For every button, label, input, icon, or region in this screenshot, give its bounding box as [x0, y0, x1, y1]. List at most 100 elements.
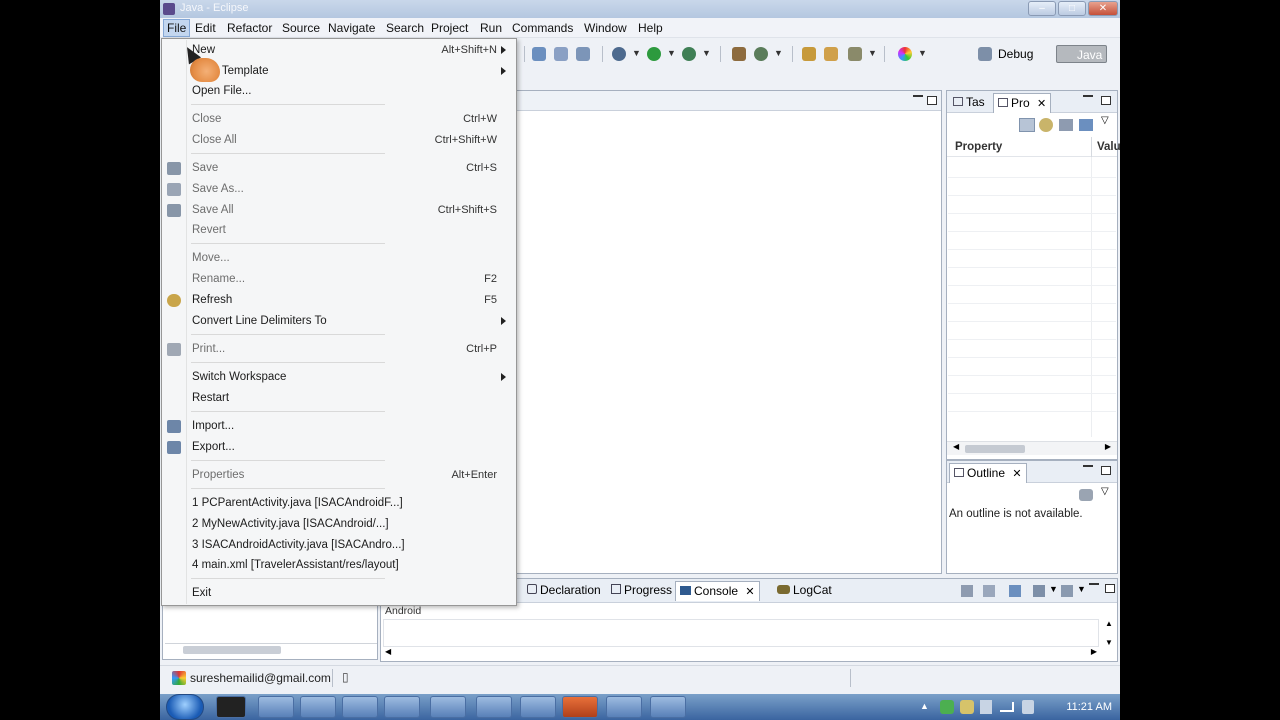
console-minimize-icon[interactable] [1089, 583, 1099, 586]
filter-icon[interactable] [1059, 119, 1073, 131]
network-icon[interactable] [1000, 702, 1014, 712]
console-maximize-icon[interactable] [1105, 584, 1115, 593]
open-perspective-icon[interactable] [978, 47, 992, 61]
debug-icon[interactable] [612, 47, 626, 61]
tab-progress[interactable]: Progress [607, 581, 676, 601]
new-android-project-icon[interactable] [532, 47, 546, 61]
firefox-taskbar-icon[interactable] [258, 696, 294, 718]
tab-properties[interactable]: Pro ✕ [993, 93, 1052, 113]
column-property[interactable]: Property [955, 141, 1002, 153]
scroll-lock-icon[interactable] [983, 585, 995, 597]
menu-item-revert[interactable]: Revert [163, 221, 515, 241]
account-email[interactable]: sureshemailid@gmail.com [190, 671, 331, 685]
app-taskbar-icon-4[interactable] [476, 696, 512, 718]
menu-item-close[interactable]: Close Ctrl+W [163, 110, 515, 130]
minimize-button[interactable]: – [1028, 1, 1056, 16]
taskbar-clock[interactable]: 11:21 AM [1066, 701, 1112, 713]
editor-maximize-icon[interactable] [927, 96, 937, 105]
menu-item-save-as[interactable]: Save As... [163, 180, 515, 200]
tray-expand-icon[interactable]: ▲ [920, 701, 929, 711]
menu-item-import[interactable]: Import... [163, 417, 515, 437]
column-value[interactable]: Valu [1097, 141, 1120, 153]
tray-icon-3[interactable] [980, 700, 992, 714]
show-categories-icon[interactable] [1019, 118, 1035, 132]
close-outline-icon[interactable]: ✕ [1012, 468, 1021, 480]
tray-icon-2[interactable] [960, 700, 974, 714]
menu-item-properties[interactable]: Properties Alt+Enter [163, 466, 515, 486]
menu-refactor[interactable]: Refactor [227, 21, 272, 35]
scrollbar-thumb[interactable] [183, 646, 281, 654]
status-indicator-icon[interactable]: ▯ [342, 670, 349, 684]
menu-item-open-file[interactable]: Open File... [163, 82, 515, 102]
console-vscrollbar[interactable]: ▲ ▼ [1103, 619, 1115, 647]
new-xml-file-icon[interactable] [576, 47, 590, 61]
close-console-icon[interactable]: ✕ [745, 586, 754, 598]
menu-edit[interactable]: Edit [195, 21, 216, 35]
menu-source[interactable]: Source [282, 21, 320, 35]
maximize-button[interactable]: □ [1058, 1, 1086, 16]
app-taskbar-icon-1[interactable] [342, 696, 378, 718]
search-icon[interactable] [848, 47, 862, 61]
properties-maximize-icon[interactable] [1101, 96, 1111, 105]
volume-icon[interactable] [1022, 700, 1034, 714]
app-taskbar-icon-3[interactable] [430, 696, 466, 718]
menu-item-restart[interactable]: Restart [163, 389, 515, 409]
console-output[interactable] [383, 619, 1099, 647]
package-explorer-scrollbar[interactable] [165, 643, 377, 655]
view-menu-icon[interactable]: ▽ [1101, 115, 1109, 126]
menu-commands[interactable]: Commands [512, 21, 573, 35]
new-class-icon[interactable] [754, 47, 768, 61]
outline-maximize-icon[interactable] [1101, 466, 1111, 475]
color-palette-icon[interactable] [898, 47, 912, 61]
outline-minimize-icon[interactable] [1083, 465, 1093, 468]
open-console-icon[interactable] [1061, 585, 1073, 597]
debug-perspective-button[interactable]: Debug [998, 45, 1033, 63]
close-window-button[interactable]: ✕ [1088, 1, 1118, 16]
menu-item-move[interactable]: Move... [163, 249, 515, 269]
editor-minimize-icon[interactable] [913, 95, 923, 98]
tab-logcat[interactable]: LogCat [773, 581, 836, 601]
external-tools-icon[interactable] [682, 47, 696, 61]
menu-item-switch-workspace[interactable]: Switch Workspace [163, 368, 515, 388]
properties-minimize-icon[interactable] [1083, 95, 1093, 98]
menu-window[interactable]: Window [584, 21, 627, 35]
menu-item-export[interactable]: Export... [163, 438, 515, 458]
console-hscrollbar[interactable]: ◀ ▶ [383, 647, 1099, 659]
eclipse-taskbar-icon[interactable] [606, 696, 642, 718]
new-java-class-icon[interactable] [554, 47, 568, 61]
start-button[interactable] [166, 694, 204, 720]
properties-hscrollbar[interactable]: ◀ ▶ [947, 441, 1117, 455]
tab-tasks[interactable]: Tas [949, 93, 989, 113]
menu-run[interactable]: Run [480, 21, 502, 35]
open-type-icon[interactable] [802, 47, 816, 61]
pin-icon[interactable] [1079, 119, 1093, 131]
recent-file-2[interactable]: 2 MyNewActivity.java [ISACAndroid/...] [163, 515, 515, 535]
recent-file-4[interactable]: 4 main.xml [TravelerAssistant/res/layout… [163, 556, 515, 576]
open-task-icon[interactable] [824, 47, 838, 61]
menu-item-print[interactable]: Print... Ctrl+P [163, 340, 515, 360]
menu-item-refresh[interactable]: Refresh F5 [163, 291, 515, 311]
tab-console[interactable]: Console ✕ [675, 581, 760, 601]
recent-file-1[interactable]: 1 PCParentActivity.java [ISACAndroidF...… [163, 494, 515, 514]
menu-item-rename[interactable]: Rename... F2 [163, 270, 515, 290]
chrome-taskbar-icon[interactable] [520, 696, 556, 718]
clear-console-icon[interactable] [961, 585, 973, 597]
menu-item-new[interactable]: New Alt+Shift+N [163, 41, 515, 61]
tab-outline[interactable]: Outline ✕ [949, 463, 1027, 483]
menu-project[interactable]: Project [431, 21, 468, 35]
outline-toolbar-icon[interactable] [1079, 489, 1093, 501]
cmd-taskbar-icon[interactable] [216, 696, 246, 718]
java-perspective-button[interactable]: Java [1056, 45, 1108, 63]
menu-navigate[interactable]: Navigate [328, 21, 375, 35]
menu-help[interactable]: Help [638, 21, 663, 35]
scrollbar-thumb[interactable] [965, 445, 1025, 453]
outline-view-menu-icon[interactable]: ▽ [1101, 486, 1109, 497]
app-taskbar-icon-5[interactable] [650, 696, 686, 718]
new-package-icon[interactable] [732, 47, 746, 61]
menu-item-close-all[interactable]: Close All Ctrl+Shift+W [163, 131, 515, 151]
menu-item-exit[interactable]: Exit [163, 584, 515, 604]
explorer-taskbar-icon[interactable] [300, 696, 336, 718]
menu-item-save[interactable]: Save Ctrl+S [163, 159, 515, 179]
menu-file[interactable]: File [163, 19, 191, 37]
tray-icon-1[interactable] [940, 700, 954, 714]
